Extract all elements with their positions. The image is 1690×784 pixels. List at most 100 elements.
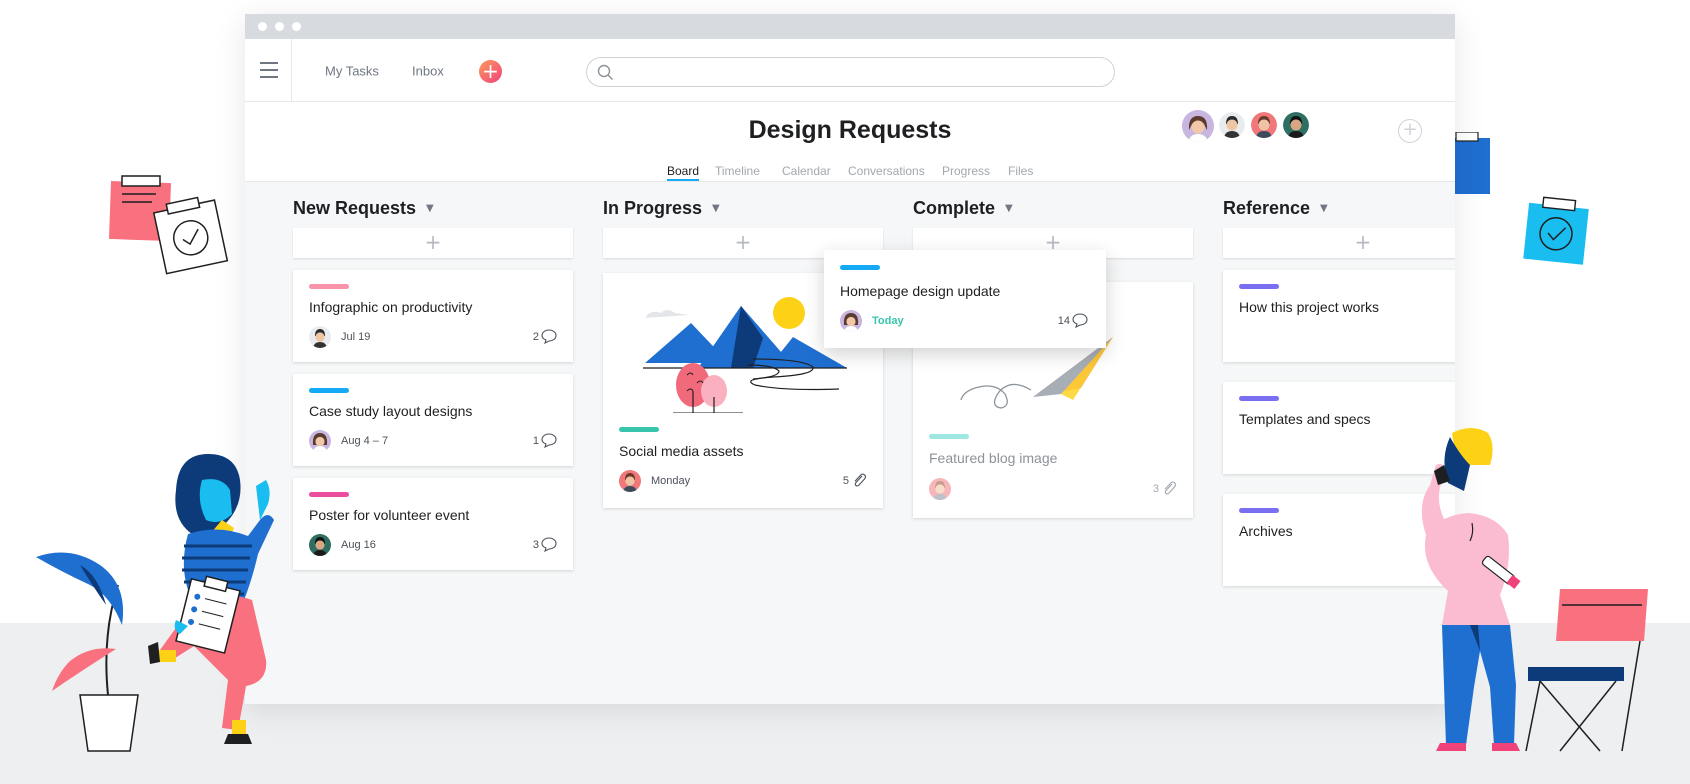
assignee-avatar[interactable] [309, 430, 331, 452]
window-titlebar [245, 14, 1455, 39]
assignee-avatar[interactable] [840, 310, 862, 332]
task-due-date: Aug 4 – 7 [341, 435, 389, 447]
hamburger-menu-icon[interactable] [245, 39, 292, 102]
folding-chair-illustration [1525, 589, 1648, 752]
search-bar[interactable] [586, 57, 1115, 87]
task-tag [1239, 396, 1279, 401]
window-control-maximize[interactable] [292, 22, 301, 31]
comment-icon [541, 329, 557, 344]
assignee-avatar[interactable] [309, 534, 331, 556]
task-meta: Today 14 [840, 310, 1088, 334]
comment-count: 14 [1057, 315, 1070, 327]
search-input[interactable] [619, 62, 1099, 82]
task-tag [309, 388, 349, 393]
column-title: In Progress [603, 198, 703, 218]
person-icon [313, 329, 327, 348]
person-icon [1251, 112, 1277, 138]
chevron-down-icon[interactable]: ▼ [712, 203, 720, 214]
nav-my-tasks[interactable]: My Tasks [325, 64, 379, 79]
person-icon [1182, 110, 1214, 142]
quick-add-button[interactable]: + [479, 60, 502, 83]
member-avatar[interactable] [1251, 112, 1277, 138]
task-due-date: Monday [651, 475, 691, 487]
comment-icon [1072, 313, 1088, 328]
tab-calendar[interactable]: Calendar [782, 164, 831, 178]
add-task-button[interactable]: + [1223, 228, 1455, 258]
task-tag [1239, 284, 1279, 289]
member-avatar[interactable] [1219, 112, 1245, 138]
task-meta: 3 [929, 478, 1177, 502]
window-control-minimize[interactable] [275, 22, 284, 31]
blue-sticky-note-illustration [1454, 132, 1490, 194]
column-title: New Requests [293, 198, 417, 218]
tab-conversations[interactable]: Conversations [848, 164, 925, 178]
task-tag [619, 427, 659, 432]
person-icon [313, 537, 327, 556]
column-header[interactable]: In Progress ▼ [603, 198, 720, 219]
person-icon [623, 473, 637, 492]
task-title: Featured blog image [929, 450, 1058, 466]
task-tag [309, 284, 349, 289]
comment-icon [541, 433, 557, 448]
attachment-count: 5 [842, 475, 849, 487]
task-card[interactable]: How this project works [1223, 270, 1455, 362]
member-avatar[interactable] [1182, 110, 1214, 142]
task-card[interactable]: Infographic on productivity Jul 19 2 [293, 270, 573, 362]
column-title: Complete [913, 198, 996, 218]
task-tag [840, 265, 880, 270]
tab-timeline[interactable]: Timeline [715, 164, 760, 178]
tab-board[interactable]: Board [667, 164, 700, 181]
woman-with-clipboard-illustration [148, 454, 274, 744]
column-header[interactable]: Reference ▼ [1223, 198, 1328, 219]
task-title: Poster for volunteer event [309, 507, 470, 523]
tab-progress[interactable]: Progress [942, 164, 990, 178]
potted-plant-illustration [36, 552, 139, 752]
assignee-avatar[interactable] [619, 470, 641, 492]
tab-files[interactable]: Files [1008, 164, 1033, 178]
nav-inbox[interactable]: Inbox [412, 64, 444, 79]
add-member-button[interactable]: + [1398, 119, 1422, 143]
task-title: Templates and specs [1239, 411, 1371, 427]
task-meta: Aug 4 – 7 1 [309, 430, 557, 454]
task-title: Social media assets [619, 443, 744, 459]
assignee-avatar[interactable] [929, 478, 951, 500]
task-card[interactable]: Poster for volunteer event Aug 16 3 [293, 478, 573, 570]
column-title: Reference [1223, 198, 1311, 218]
window-control-close[interactable] [258, 22, 267, 31]
person-icon [1283, 112, 1309, 138]
person-icon [933, 481, 947, 500]
task-tag [1239, 508, 1279, 513]
chevron-down-icon[interactable]: ▼ [426, 203, 434, 214]
chevron-down-icon[interactable]: ▼ [1320, 203, 1328, 214]
task-title: Archives [1239, 523, 1293, 539]
task-title: How this project works [1239, 299, 1380, 315]
paperclip-icon [854, 473, 867, 487]
add-task-button[interactable]: + [293, 228, 573, 258]
task-tag [309, 492, 349, 497]
column-header[interactable]: Complete ▼ [913, 198, 1013, 219]
column-header[interactable]: New Requests ▼ [293, 198, 434, 219]
chevron-down-icon[interactable]: ▼ [1005, 203, 1013, 214]
task-title: Homepage design update [840, 283, 1001, 299]
project-header: Design Requests + Board Timeline Calenda… [245, 102, 1455, 182]
person-icon [1219, 112, 1245, 138]
comment-count: 3 [532, 539, 539, 551]
task-meta: Aug 16 3 [309, 534, 557, 558]
task-due-date: Jul 19 [341, 331, 371, 343]
task-due-date: Aug 16 [341, 539, 376, 551]
task-meta: Jul 19 2 [309, 326, 557, 350]
task-title: Case study layout designs [309, 403, 473, 419]
cyan-sticky-note-checkmark-illustration [1523, 196, 1589, 265]
task-tag [929, 434, 969, 439]
app-window: My Tasks Inbox + Design Requests + Board… [245, 14, 1455, 704]
task-card[interactable]: Case study layout designs Aug 4 – 7 1 [293, 374, 573, 466]
task-due-date: Today [872, 315, 904, 327]
assignee-avatar[interactable] [309, 326, 331, 348]
member-avatar[interactable] [1283, 112, 1309, 138]
task-title: Infographic on productivity [309, 299, 473, 315]
top-navigation-bar: My Tasks Inbox + [245, 39, 1455, 102]
comment-count: 1 [532, 435, 539, 447]
dragging-task-card[interactable]: Homepage design update Today 14 [824, 250, 1106, 348]
attachment-count: 3 [1152, 483, 1159, 495]
search-icon [597, 64, 613, 80]
